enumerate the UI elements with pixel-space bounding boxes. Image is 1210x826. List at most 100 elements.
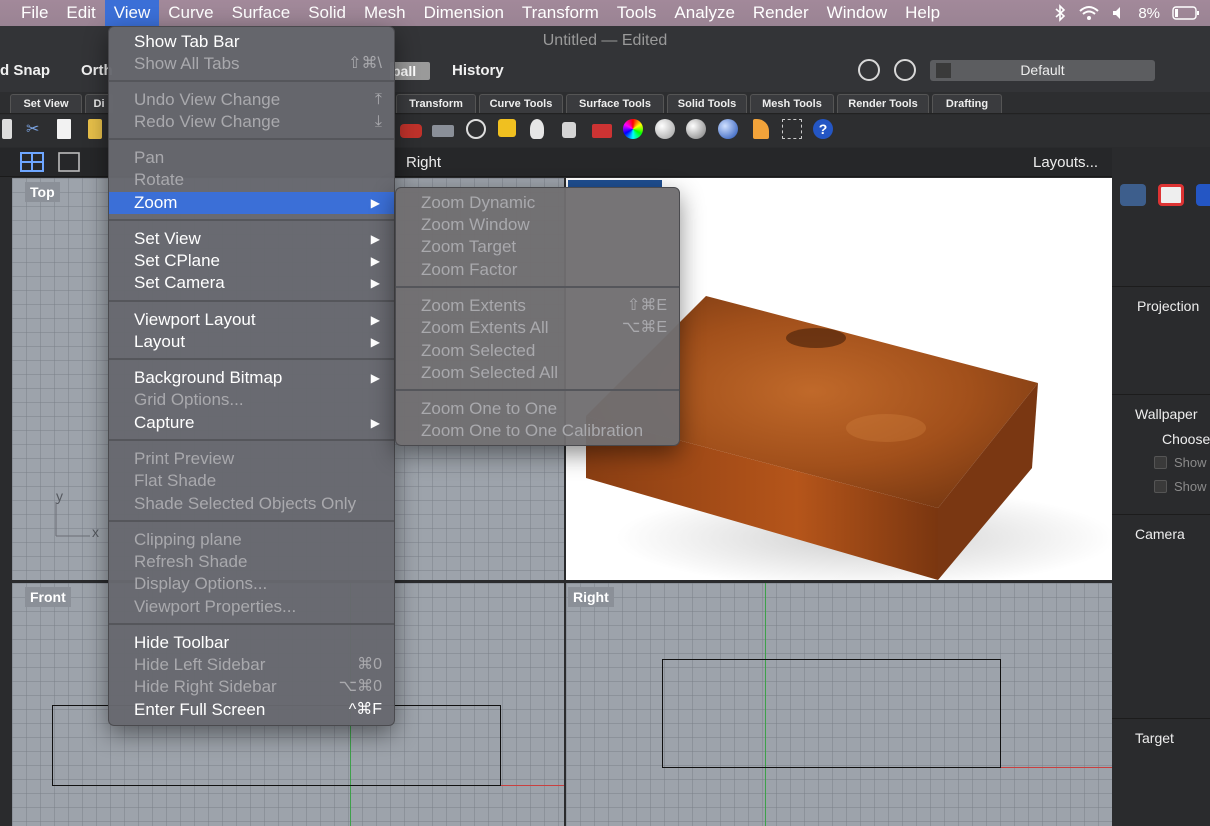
render-tab-icon[interactable] [1196, 184, 1210, 206]
open-file-icon[interactable] [88, 119, 102, 139]
menu-view[interactable]: View [104, 0, 160, 26]
menu-item-grid-options[interactable]: Grid Options... [109, 389, 394, 411]
lock-icon[interactable] [562, 122, 576, 138]
submenu-item-zoom-target[interactable]: Zoom Target [396, 236, 679, 258]
menu-item-background-bitmap[interactable]: Background Bitmap ▶ [109, 367, 394, 389]
menu-item-set-view[interactable]: Set View ▶ [109, 228, 394, 250]
menu-help[interactable]: Help [896, 0, 949, 26]
menu-dimension[interactable]: Dimension [415, 0, 513, 26]
menu-tools[interactable]: Tools [608, 0, 666, 26]
menu-item-set-cplane[interactable]: Set CPlane ▶ [109, 250, 394, 272]
submenu-item-zoom-one-to-one-calibration[interactable]: Zoom One to One Calibration [396, 420, 679, 442]
tab-render-tools[interactable]: Render Tools [837, 94, 929, 113]
curve-tool-icon[interactable] [2, 119, 12, 139]
submenu-item-zoom-extents-all[interactable]: Zoom Extents All ⌥⌘E [396, 317, 679, 339]
menu-item-show-all-tabs[interactable]: Show All Tabs ⇧⌘\ [109, 53, 394, 75]
menu-curve[interactable]: Curve [159, 0, 222, 26]
scissors-icon[interactable]: ✂ [26, 119, 46, 139]
volume-icon[interactable] [1112, 6, 1126, 20]
menu-item-layout[interactable]: Layout ▶ [109, 331, 394, 353]
single-viewport-icon[interactable] [58, 152, 80, 172]
tab-surface-tools[interactable]: Surface Tools [566, 94, 664, 113]
menu-item-pan[interactable]: Pan [109, 147, 394, 169]
right-block-outline [662, 659, 1001, 768]
menu-transform[interactable]: Transform [513, 0, 608, 26]
menu-analyze[interactable]: Analyze [665, 0, 743, 26]
menu-item-set-camera[interactable]: Set Camera ▶ [109, 272, 394, 294]
material-icon[interactable] [592, 124, 612, 138]
wallpaper-choose-button[interactable]: Choose [1162, 431, 1210, 447]
camera-tab-icon[interactable] [1120, 184, 1146, 206]
sphere-environment-icon[interactable] [718, 119, 738, 139]
sphere-texture-icon[interactable] [686, 119, 706, 139]
submenu-arrow-icon: ▶ [370, 371, 380, 385]
menu-item-capture[interactable]: Capture ▶ [109, 412, 394, 434]
menu-item-display-options[interactable]: Display Options... [109, 573, 394, 595]
submenu-item-zoom-factor[interactable]: Zoom Factor [396, 259, 679, 281]
menu-edit[interactable]: Edit [57, 0, 104, 26]
menu-item-hide-toolbar[interactable]: Hide Toolbar [109, 632, 394, 654]
battery-icon[interactable] [1172, 6, 1200, 20]
tab-solid-tools[interactable]: Solid Tools [667, 94, 747, 113]
color-wheel-icon[interactable] [623, 119, 643, 139]
menu-item-clipping-plane[interactable]: Clipping plane [109, 529, 394, 551]
tab-curve-tools[interactable]: Curve Tools [479, 94, 563, 113]
submenu-item-zoom-dynamic[interactable]: Zoom Dynamic [396, 192, 679, 214]
four-viewports-icon[interactable] [20, 152, 44, 172]
display-tab-icon[interactable] [1158, 184, 1184, 206]
menu-item-show-tab-bar[interactable]: Show Tab Bar [109, 31, 394, 53]
wifi-icon[interactable] [1078, 5, 1100, 21]
submenu-item-zoom-one-to-one[interactable]: Zoom One to One [396, 398, 679, 420]
submenu-item-zoom-selected-all[interactable]: Zoom Selected All [396, 362, 679, 384]
menu-item-rotate[interactable]: Rotate [109, 169, 394, 191]
menu-item-shade-selected[interactable]: Shade Selected Objects Only [109, 493, 394, 515]
menu-bar: File Edit View Curve Surface Solid Mesh … [0, 0, 1210, 26]
menu-mesh[interactable]: Mesh [355, 0, 415, 26]
spotlight-icon[interactable] [498, 119, 516, 137]
bluetooth-icon[interactable] [1054, 4, 1066, 22]
layer-name: Default [1020, 62, 1065, 78]
sun-icon[interactable] [466, 119, 486, 139]
ground-plane-icon[interactable] [432, 125, 454, 137]
menu-item-hide-right-sidebar[interactable]: Hide Right Sidebar ⌥⌘0 [109, 676, 394, 698]
menu-item-viewport-properties[interactable]: Viewport Properties... [109, 596, 394, 618]
layer-selector[interactable]: Default [930, 60, 1155, 81]
menu-file[interactable]: File [0, 0, 57, 26]
history-toggle[interactable]: History [452, 62, 504, 79]
menu-item-zoom[interactable]: Zoom ▶ [109, 192, 394, 214]
submenu-item-zoom-window[interactable]: Zoom Window [396, 214, 679, 236]
dimension-icon[interactable] [782, 119, 802, 139]
new-file-icon[interactable] [57, 119, 71, 139]
menu-render[interactable]: Render [744, 0, 818, 26]
tab-mesh-tools[interactable]: Mesh Tools [750, 94, 834, 113]
layouts-button[interactable]: Layouts... [1033, 154, 1098, 171]
menu-item-refresh-shade[interactable]: Refresh Shade [109, 551, 394, 573]
menu-separator [109, 138, 394, 140]
submenu-item-zoom-extents[interactable]: Zoom Extents ⇧⌘E [396, 295, 679, 317]
record-history-icon[interactable] [858, 59, 880, 81]
viewport-right[interactable]: Right [566, 583, 1112, 826]
submenu-item-zoom-selected[interactable]: Zoom Selected [396, 340, 679, 362]
wallpaper-show-checkbox[interactable] [1154, 456, 1167, 469]
menu-item-hide-left-sidebar[interactable]: Hide Left Sidebar ⌘0 [109, 654, 394, 676]
tab-drafting[interactable]: Drafting [932, 94, 1002, 113]
snap-toggle[interactable]: d Snap [0, 62, 50, 79]
tab-transform[interactable]: Transform [396, 94, 476, 113]
tab-set-view[interactable]: Set View [10, 94, 82, 113]
car-icon[interactable] [400, 124, 422, 138]
lightbulb-icon[interactable] [530, 119, 544, 139]
menu-surface[interactable]: Surface [223, 0, 300, 26]
target-icon[interactable] [894, 59, 916, 81]
menu-window[interactable]: Window [818, 0, 896, 26]
menu-item-undo-view-change[interactable]: Undo View Change ⤒ [109, 89, 394, 111]
sphere-matte-icon[interactable] [655, 119, 675, 139]
menu-item-enter-full-screen[interactable]: Enter Full Screen ^⌘F [109, 699, 394, 721]
menu-item-redo-view-change[interactable]: Redo View Change ⤓ [109, 111, 394, 133]
wallpaper-grayscale-checkbox[interactable] [1154, 480, 1167, 493]
menu-item-viewport-layout[interactable]: Viewport Layout ▶ [109, 309, 394, 331]
help-icon[interactable]: ? [813, 119, 833, 139]
menu-solid[interactable]: Solid [299, 0, 355, 26]
menu-item-print-preview[interactable]: Print Preview [109, 448, 394, 470]
menu-item-flat-shade[interactable]: Flat Shade [109, 470, 394, 492]
gumball-toggle[interactable]: ball [390, 62, 430, 80]
